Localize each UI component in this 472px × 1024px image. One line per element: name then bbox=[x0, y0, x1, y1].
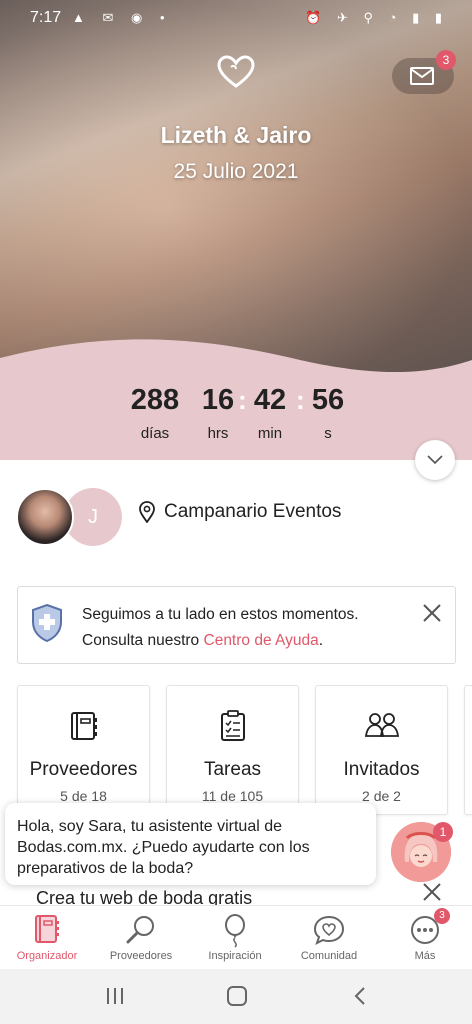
nav-label: Proveedores bbox=[109, 950, 173, 962]
countdown-minutes: 42 min bbox=[248, 384, 292, 442]
venue-name: Campanario Eventos bbox=[164, 501, 342, 522]
recent-apps-icon[interactable] bbox=[104, 985, 126, 1007]
help-banner-line2: Consulta nuestro Centro de Ayuda. bbox=[82, 628, 359, 654]
app-screen: 3 Lizeth & Jairo 25 Julio 2021 288 días … bbox=[0, 0, 472, 1024]
countdown-days-value: 288 bbox=[130, 384, 180, 416]
countdown-seconds-unit: s bbox=[324, 425, 332, 442]
countdown-seconds-value: 56 bbox=[311, 384, 345, 416]
nav-comunidad[interactable]: Comunidad bbox=[282, 906, 376, 970]
balloon-icon bbox=[225, 914, 245, 948]
status-bar: 7:17 ▲ ✉ ◉ • ⏰ ✈ ⚲ ◔ ▮ ▮ bbox=[0, 0, 472, 38]
heart-logo-icon bbox=[217, 55, 255, 88]
help-center-link[interactable]: Centro de Ayuda bbox=[204, 632, 319, 649]
help-banner-line1: Seguimos a tu lado en estos momentos. bbox=[82, 606, 359, 623]
status-time: 7:17 bbox=[30, 9, 62, 26]
chat-heart-icon bbox=[313, 915, 345, 945]
card-count: 5 de 18 bbox=[60, 788, 107, 804]
search-icon bbox=[126, 916, 154, 944]
notebook-icon bbox=[70, 712, 97, 740]
nav-label: Comunidad bbox=[300, 950, 358, 962]
home-icon[interactable] bbox=[226, 985, 248, 1007]
assistant-line2: Bodas.com.mx. ¿Puedo ayudarte con los bbox=[17, 839, 310, 856]
card-proveedores[interactable]: Proveedores 5 de 18 bbox=[17, 685, 150, 815]
countdown-minutes-unit: min bbox=[257, 425, 283, 442]
nav-organizador[interactable]: Organizador bbox=[0, 906, 94, 970]
card-title: Proveedores bbox=[29, 759, 138, 780]
card-tareas[interactable]: Tareas 11 de 105 bbox=[166, 685, 299, 815]
assistant-badge: 1 bbox=[433, 822, 453, 842]
hero-header: 3 Lizeth & Jairo 25 Julio 2021 288 días … bbox=[0, 0, 472, 460]
couple-names: Lizeth & Jairo bbox=[160, 122, 312, 148]
assistant-line3: preparativos de la boda? bbox=[17, 860, 194, 877]
system-nav-bar bbox=[0, 969, 472, 1024]
inbox-badge: 3 bbox=[436, 50, 456, 70]
inbox-button[interactable]: 3 bbox=[392, 50, 456, 94]
card-title: Invitados bbox=[343, 759, 420, 780]
countdown-minutes-value: 42 bbox=[253, 384, 287, 416]
location-pin-icon bbox=[139, 501, 155, 523]
close-icon[interactable] bbox=[422, 603, 442, 623]
help-banner: Seguimos a tu lado en estos momentos. Co… bbox=[17, 586, 456, 664]
countdown-separator: : bbox=[296, 385, 305, 415]
notification-icons: ▲ ✉ ◉ • bbox=[72, 10, 172, 25]
shield-icon bbox=[32, 603, 62, 643]
checklist-icon bbox=[220, 710, 245, 741]
countdown-hours-unit: hrs bbox=[207, 425, 229, 442]
assistant-line1: Hola, soy Sara, tu asistente virtual de bbox=[17, 818, 283, 835]
organizer-icon bbox=[35, 915, 59, 943]
back-icon[interactable] bbox=[350, 985, 372, 1007]
card-count: 11 de 105 bbox=[201, 788, 264, 804]
system-status-icons: ⏰ ✈ ⚲ ◔ ▮ ▮ bbox=[305, 10, 448, 25]
card-next-partial[interactable] bbox=[464, 685, 472, 815]
nav-label: Inspiración bbox=[208, 950, 262, 962]
bottom-nav: Organizador Proveedores Inspiración Comu… bbox=[0, 905, 472, 969]
help-banner-prefix: Consulta nuestro bbox=[82, 632, 204, 649]
envelope-icon bbox=[410, 67, 434, 85]
assistant-message[interactable]: Hola, soy Sara, tu asistente virtual de … bbox=[5, 803, 376, 885]
countdown-days: 288 días bbox=[124, 384, 186, 442]
wedding-date: 25 Julio 2021 bbox=[173, 160, 299, 183]
chevron-down-icon bbox=[427, 455, 443, 465]
card-count: 2 de 2 bbox=[362, 788, 401, 804]
nav-mas[interactable]: 3 Más bbox=[378, 906, 472, 970]
countdown-days-unit: días bbox=[140, 425, 170, 442]
nav-inspiracion[interactable]: Inspiración bbox=[188, 906, 282, 970]
help-banner-suffix: . bbox=[318, 632, 324, 649]
countdown-hours-value: 16 bbox=[201, 384, 235, 416]
countdown-hours: 16 hrs bbox=[196, 384, 240, 442]
nav-label: Más bbox=[414, 950, 436, 962]
card-invitados[interactable]: Invitados 2 de 2 bbox=[315, 685, 448, 815]
card-title: Tareas bbox=[203, 759, 262, 780]
guests-icon bbox=[364, 713, 399, 737]
countdown-separator: : bbox=[238, 385, 247, 415]
venue-info[interactable]: Campanario Eventos bbox=[138, 501, 341, 523]
countdown-seconds: 56 s bbox=[306, 384, 350, 442]
more-badge: 3 bbox=[434, 908, 450, 924]
expand-button[interactable] bbox=[415, 440, 455, 480]
user-avatar[interactable] bbox=[16, 488, 74, 546]
close-icon[interactable] bbox=[422, 882, 442, 902]
nav-label: Organizador bbox=[16, 950, 78, 962]
nav-proveedores[interactable]: Proveedores bbox=[94, 906, 188, 970]
